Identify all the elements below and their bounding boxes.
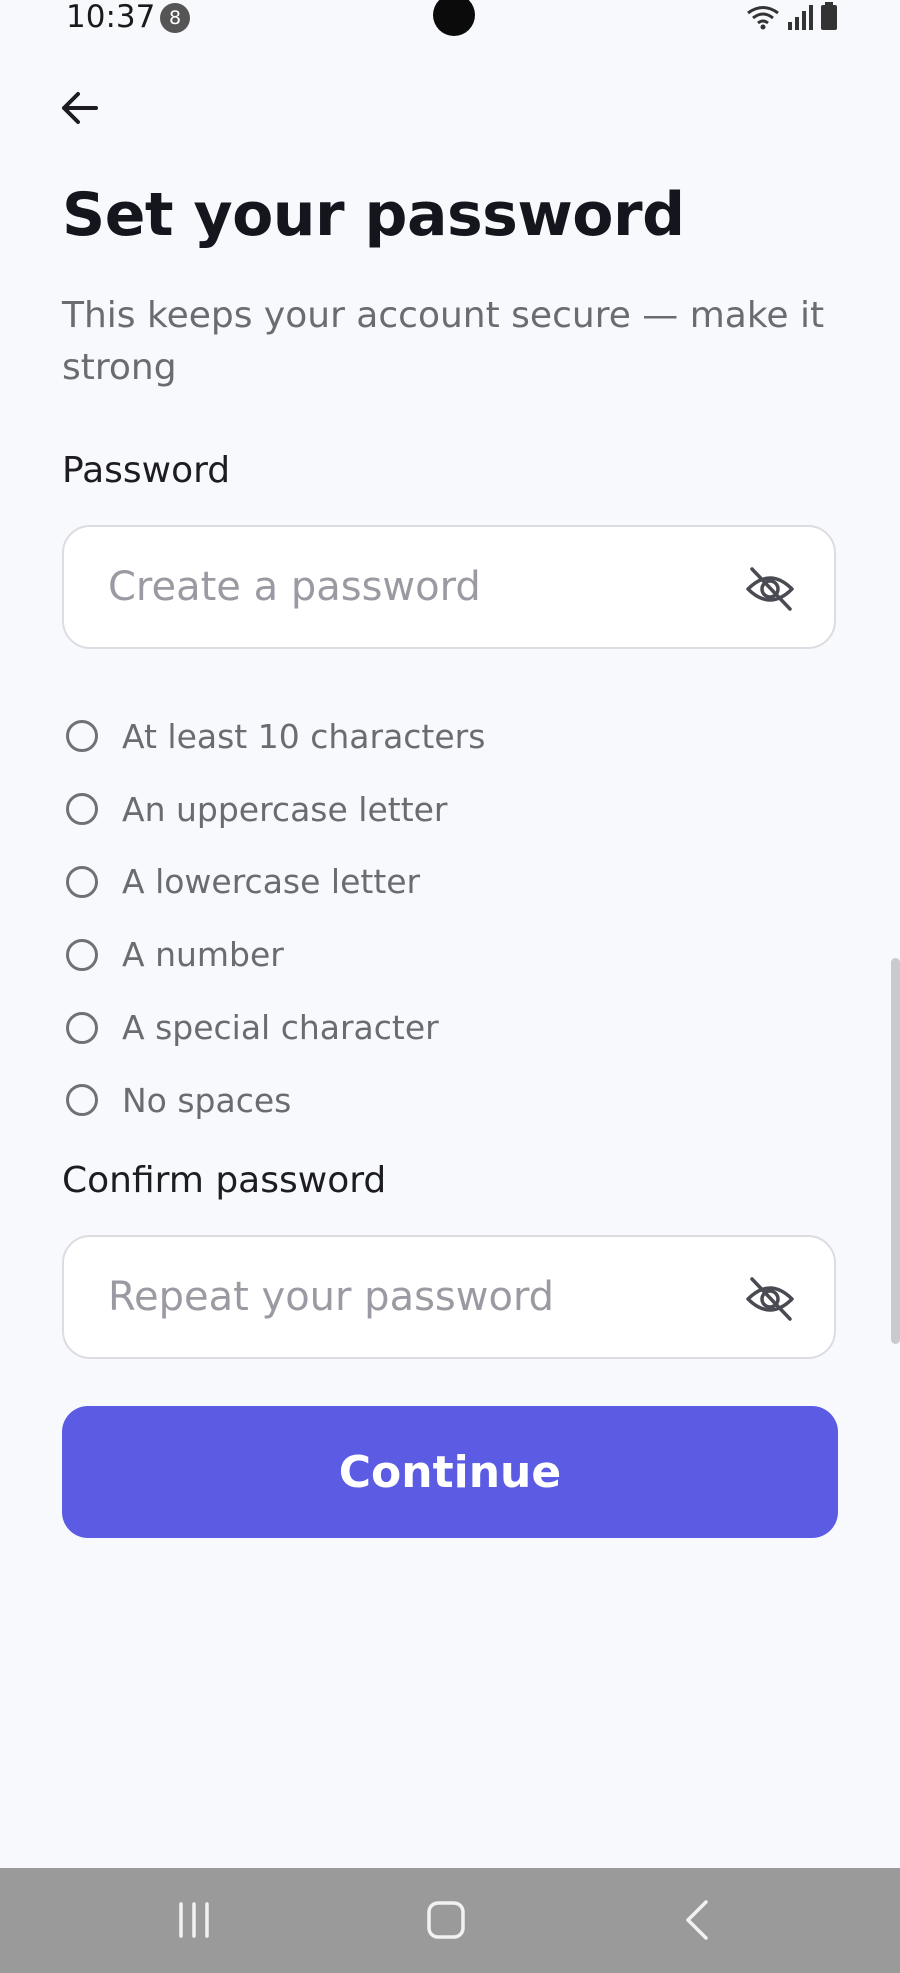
nav-home-button[interactable] [420,1894,472,1946]
continue-button[interactable]: Continue [62,1406,838,1538]
confirm-password-input[interactable] [108,1259,708,1335]
nav-recents-button[interactable] [168,1894,220,1946]
camera-cutout [433,0,475,36]
home-icon [427,1901,465,1939]
confirm-password-visibility-toggle[interactable] [744,1273,796,1325]
requirement-text: A lowercase letter [122,862,421,902]
requirement-status-circle [66,938,98,971]
requirement-text: A special character [122,1008,439,1048]
signal-icon [788,5,813,30]
battery-icon [821,2,837,30]
confirm-password-input-box[interactable] [62,1235,836,1359]
requirement-item: An uppercase letter [66,773,485,846]
status-time: 10:37 [66,0,156,35]
scrollbar-thumb[interactable] [891,958,900,1344]
requirement-item: A lowercase letter [66,846,485,919]
status-icons [746,2,838,30]
requirement-text: An uppercase letter [122,789,448,829]
eye-off-icon [746,567,794,611]
requirement-status-circle [66,793,98,826]
requirement-item: No spaces [66,1064,485,1137]
requirement-status-circle [66,1011,98,1044]
eye-off-icon [746,1277,794,1321]
recents-icon [179,1902,209,1938]
requirement-text: At least 10 characters [122,716,486,756]
system-nav-bar [0,1868,900,1973]
password-input[interactable] [108,549,708,625]
nav-back-button[interactable] [672,1894,724,1946]
page-title: Set your password [62,180,685,250]
requirement-text: No spaces [122,1080,292,1120]
status-bar: 10:37 8 [0,0,900,40]
notification-badge: 8 [160,3,190,33]
requirement-status-circle [66,865,98,898]
password-requirements: At least 10 characters An uppercase lett… [66,700,485,1137]
chevron-left-icon [686,1900,708,1940]
requirement-item: At least 10 characters [66,700,485,773]
requirement-status-circle [66,1084,98,1117]
wifi-icon [747,6,779,30]
requirement-status-circle [66,720,98,753]
page-subtitle: This keeps your account secure — make it… [62,295,825,388]
confirm-password-label: Confirm password [62,1160,387,1201]
password-visibility-toggle[interactable] [744,563,796,615]
password-label: Password [62,450,231,491]
back-button[interactable] [56,84,104,132]
requirement-item: A number [66,918,485,991]
requirement-item: A special character [66,991,485,1064]
arrow-left-icon [62,92,98,124]
requirement-text: A number [122,935,284,975]
password-input-box[interactable] [62,525,836,649]
